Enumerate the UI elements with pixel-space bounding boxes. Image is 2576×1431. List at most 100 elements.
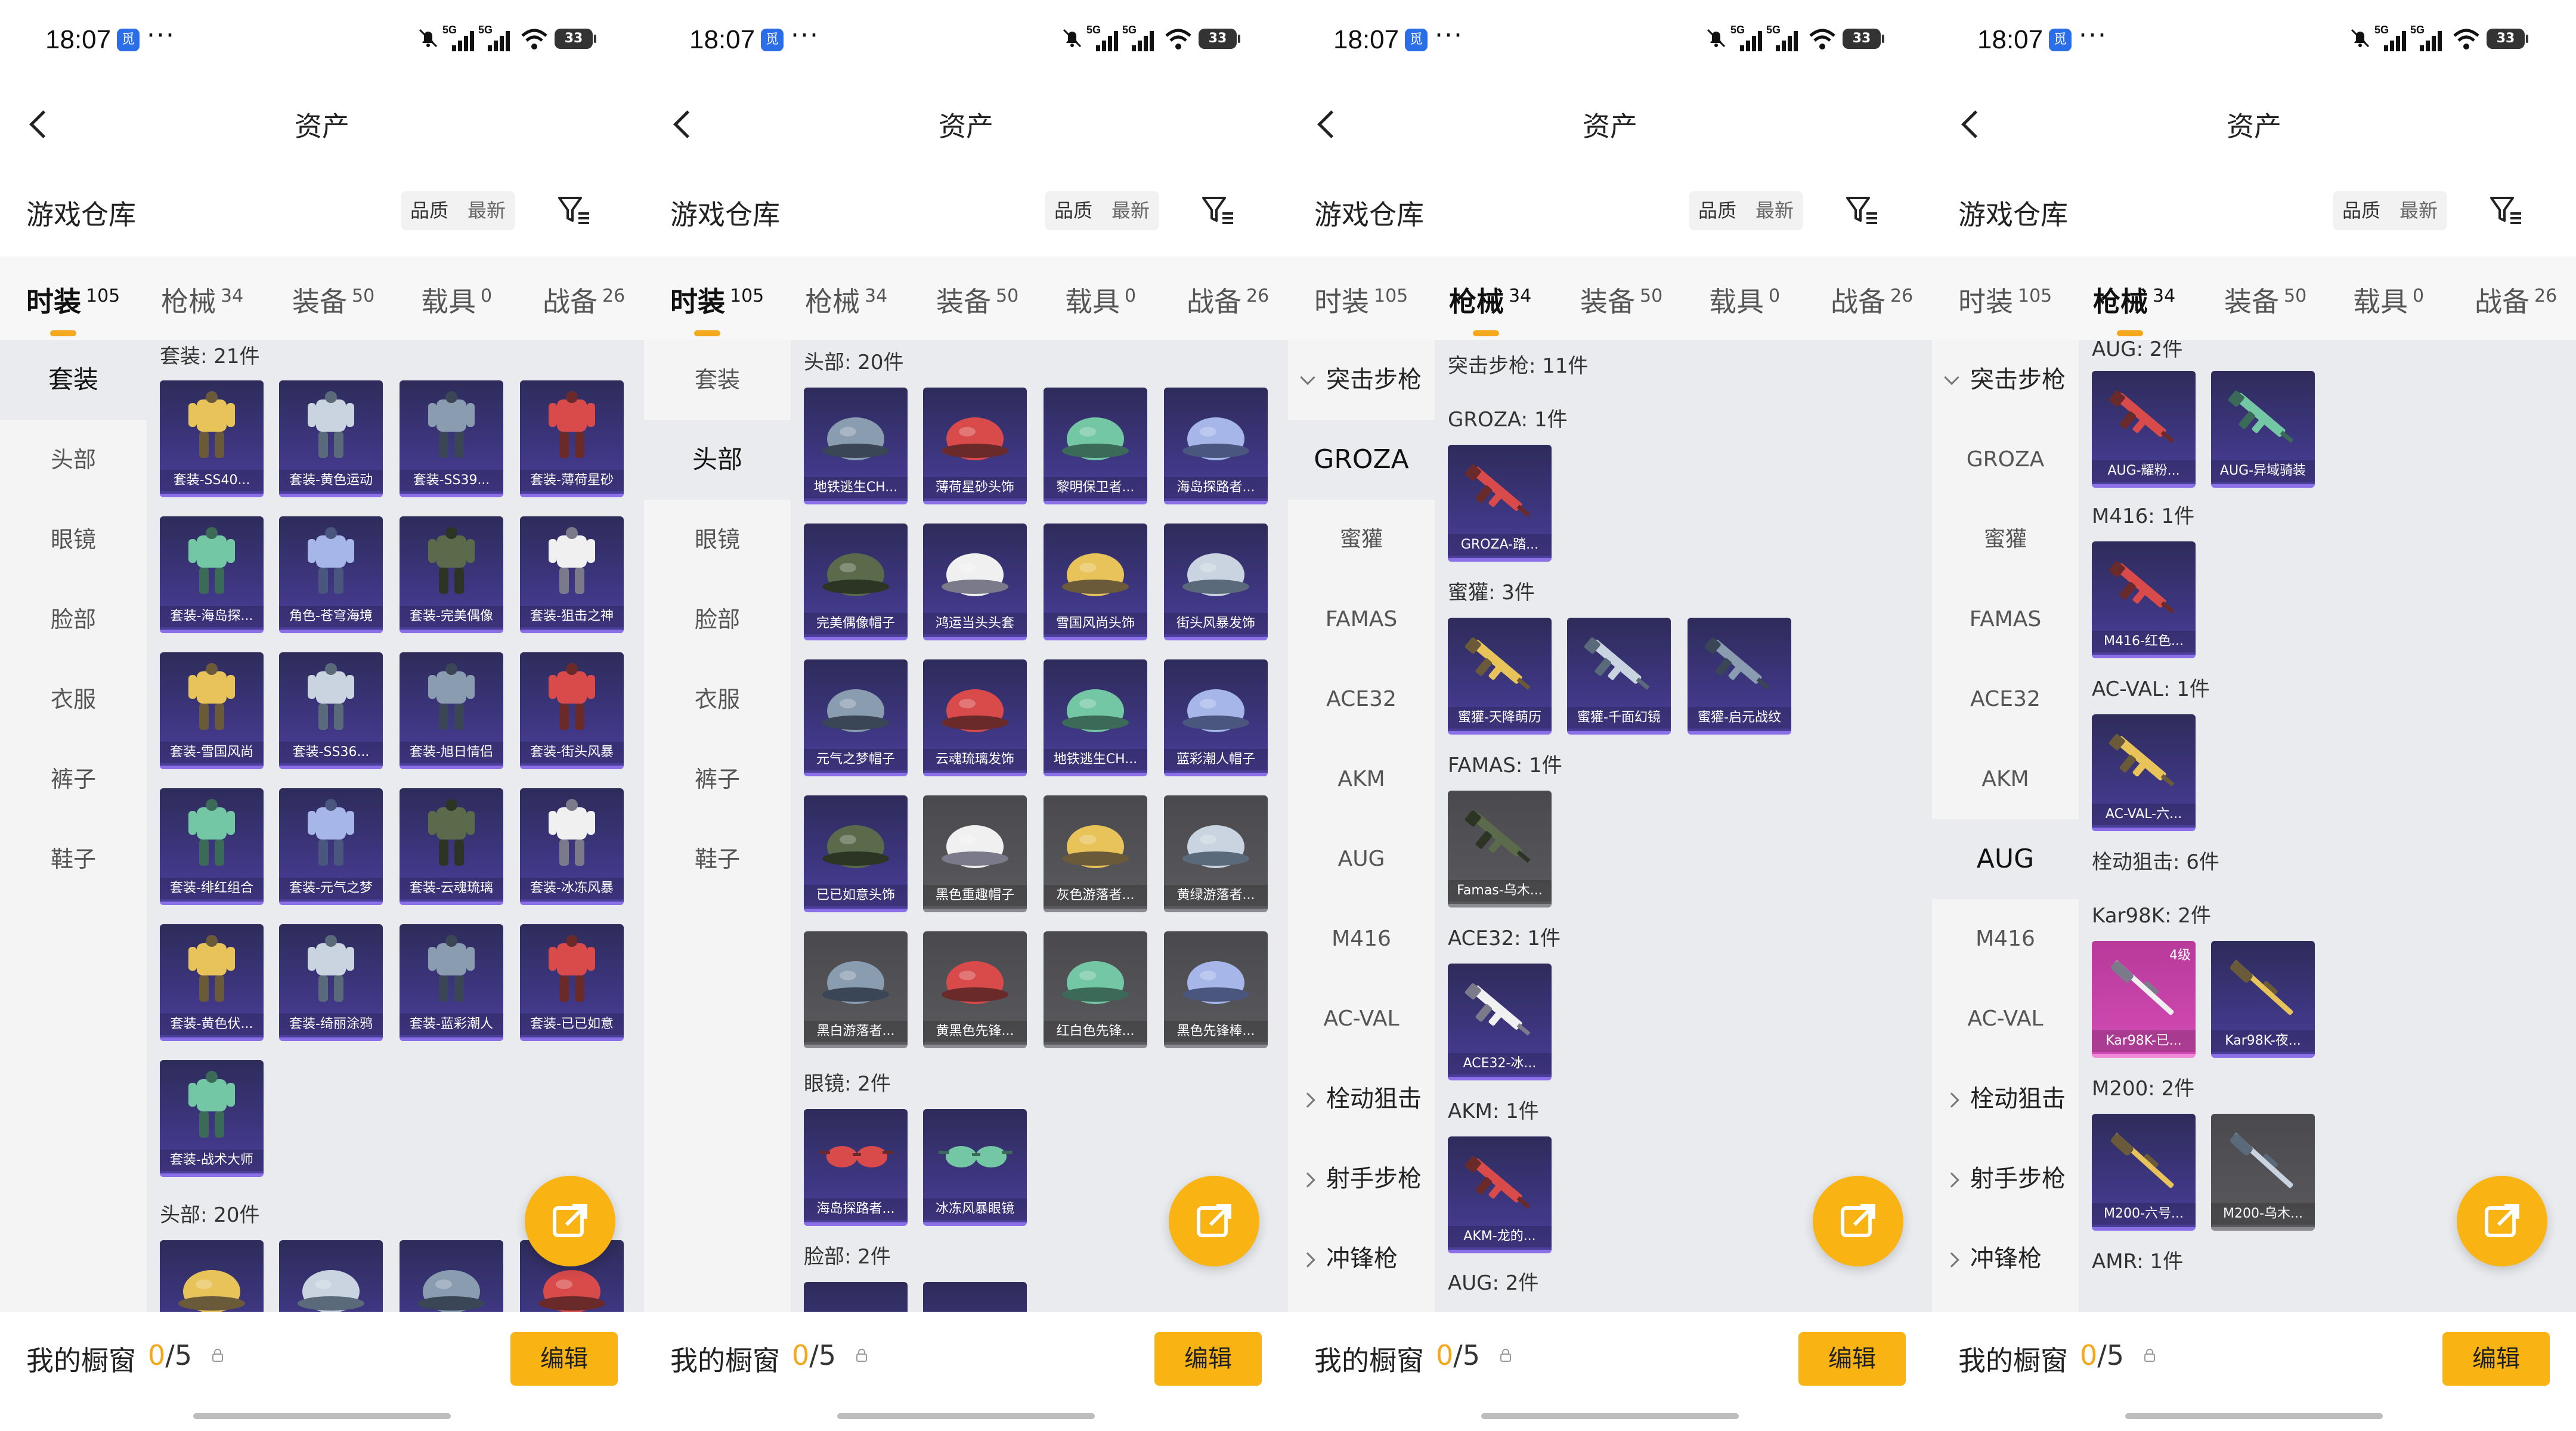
sort-quality-button[interactable]: 品质 [2333,191,2390,230]
share-button[interactable] [1169,1176,1259,1266]
tab-category[interactable]: 时装 105 [670,280,764,336]
sidebar-item[interactable]: 裤子 [0,739,147,819]
item-card[interactable]: M200-六号... [2092,1114,2196,1231]
tab-category[interactable]: 枪械 34 [1449,280,1531,336]
edit-button[interactable]: 编辑 [1798,1332,1906,1386]
filter-icon[interactable] [1843,191,1882,230]
item-card[interactable]: 黎明保卫者... [1044,388,1147,504]
sidebar-gun-item[interactable]: AUG [1288,819,1435,899]
tab-category[interactable]: 枪械 34 [2093,280,2175,336]
tab-category[interactable]: 装备 50 [1580,280,1662,320]
item-card[interactable]: Famas-乌木... [1448,791,1552,907]
item-card[interactable]: 套装-完美偶像 [400,516,503,633]
sidebar-gun-item[interactable]: FAMAS [1932,580,2079,659]
sidebar-gun-item[interactable]: 蜜獾 [1932,500,2079,580]
edit-button[interactable]: 编辑 [510,1332,618,1386]
tab-category[interactable]: 战备 26 [2475,280,2557,320]
item-card[interactable]: 套装-冰冻风暴 [520,788,624,905]
tab-category[interactable]: 时装 105 [1314,280,1408,320]
sidebar-category[interactable]: 栓动狙击 [1288,1059,1435,1139]
sidebar-gun-item[interactable]: FAMAS [1288,580,1435,659]
item-card[interactable]: 套装-SS36... [279,652,383,769]
filter-icon[interactable] [555,191,594,230]
item-card[interactable]: AUG-异域骑装 [2211,371,2315,488]
item-card[interactable]: 套装-蓝彩潮人 [400,924,503,1041]
sidebar-item[interactable]: 眼镜 [0,500,147,580]
item-card[interactable]: 黄黑色先锋... [923,931,1027,1048]
item-card[interactable]: M416-红色... [2092,541,2196,658]
item-card[interactable]: 黑色重趣帽子 [923,795,1027,912]
item-card[interactable]: GROZA-踏... [1448,445,1552,562]
item-card[interactable]: 已已如意头饰 [804,795,908,912]
sidebar-gun-item[interactable]: 蜜獾 [1288,500,1435,580]
item-card[interactable]: 蜜獾-天降萌历 [1448,618,1552,735]
tab-category[interactable]: 载具 0 [1065,280,1136,320]
share-button[interactable] [2457,1176,2547,1266]
item-card[interactable]: Kar98K-夜... [2211,941,2315,1058]
sidebar-item[interactable]: 鞋子 [0,819,147,899]
sidebar-gun-item[interactable]: AUG [1932,819,2079,899]
sidebar-gun-item[interactable]: ACE32 [1288,659,1435,739]
sidebar-gun-item[interactable]: AKM [1288,739,1435,819]
sort-quality-button[interactable]: 品质 [1045,191,1102,230]
tab-category[interactable]: 载具 0 [2353,280,2424,320]
sidebar-category[interactable]: 突击步枪 [1288,340,1435,420]
sidebar-category[interactable]: 冲锋枪 [1288,1219,1435,1299]
sidebar-item[interactable]: 鞋子 [644,819,791,899]
item-card[interactable]: 地铁逃生CH... [1044,659,1147,776]
item-card[interactable]: 套装-SS40... [160,380,264,497]
item-card[interactable]: 云魂琉璃发饰 [923,659,1027,776]
item-card[interactable]: 灰色游落者... [1044,795,1147,912]
item-card[interactable]: 完美偶像帽子 [804,524,908,640]
sidebar-gun-item[interactable]: AC-VAL [1288,979,1435,1059]
tab-category[interactable]: 装备 50 [936,280,1018,320]
item-card[interactable]: ACE32-冰... [1448,964,1552,1080]
sort-latest-button[interactable]: 最新 [458,191,515,230]
tab-category[interactable]: 战备 26 [1831,280,1913,320]
sidebar-category[interactable]: 突击步枪 [1932,340,2079,420]
item-card[interactable]: 蜜獾-千面幻镜 [1567,618,1671,735]
sort-quality-button[interactable]: 品质 [401,191,458,230]
item-card[interactable]: AC-VAL-六... [2092,714,2196,831]
sidebar-item[interactable]: 衣服 [644,659,791,739]
item-card[interactable]: 套装-黄色运动 [279,380,383,497]
sidebar-item[interactable]: 头部 [0,420,147,500]
sidebar-category[interactable]: 冲锋枪 [1932,1219,2079,1299]
item-card[interactable]: M200-乌木... [2211,1114,2315,1231]
item-card[interactable] [923,1282,1027,1312]
tab-category[interactable]: 载具 0 [421,280,492,320]
item-card[interactable]: 套装-狙击之神 [520,516,624,633]
item-card[interactable] [400,1240,503,1312]
tab-category[interactable]: 枪械 34 [805,280,887,320]
sidebar-gun-item[interactable]: M416 [1288,899,1435,979]
item-card[interactable]: 海岛探路者... [804,1109,908,1226]
item-card[interactable]: 套装-SS39... [400,380,503,497]
item-card[interactable]: 薄荷星砂头饰 [923,388,1027,504]
item-card[interactable]: 鸿运当头头套 [923,524,1027,640]
item-card[interactable]: 套装-薄荷星砂 [520,380,624,497]
tab-category[interactable]: 装备 50 [292,280,374,320]
item-card[interactable]: 街头风暴发饰 [1164,524,1268,640]
item-card[interactable]: 套装-绮丽涂鸦 [279,924,383,1041]
item-card[interactable]: Kar98K-已... 4级 [2092,941,2196,1058]
tab-category[interactable]: 枪械 34 [161,280,243,320]
item-card[interactable]: 红白色先锋... [1044,931,1147,1048]
item-card[interactable]: 黄绿游落者... [1164,795,1268,912]
item-card[interactable]: 雪国风尚头饰 [1044,524,1147,640]
sidebar-gun-item[interactable]: GROZA [1288,420,1435,500]
sort-latest-button[interactable]: 最新 [1746,191,1803,230]
sidebar-gun-item[interactable]: M416 [1932,899,2079,979]
item-card[interactable]: 套装-云魂琉璃 [400,788,503,905]
share-button[interactable] [525,1176,615,1266]
sidebar-category[interactable]: 射手步枪 [1288,1139,1435,1219]
item-card[interactable]: AKM-龙的... [1448,1136,1552,1253]
share-button[interactable] [1813,1176,1903,1266]
item-card[interactable]: 蜜獾-启元战纹 [1688,618,1791,735]
sidebar-item[interactable]: 脸部 [0,580,147,659]
item-card[interactable]: 蓝彩潮人帽子 [1164,659,1268,776]
item-card[interactable]: 海岛探路者... [1164,388,1268,504]
sidebar-gun-item[interactable]: AC-VAL [1932,979,2079,1059]
item-card[interactable]: AUG-耀粉... [2092,371,2196,488]
tab-category[interactable]: 时装 105 [26,280,120,336]
sidebar-category[interactable]: 栓动狙击 [1932,1059,2079,1139]
